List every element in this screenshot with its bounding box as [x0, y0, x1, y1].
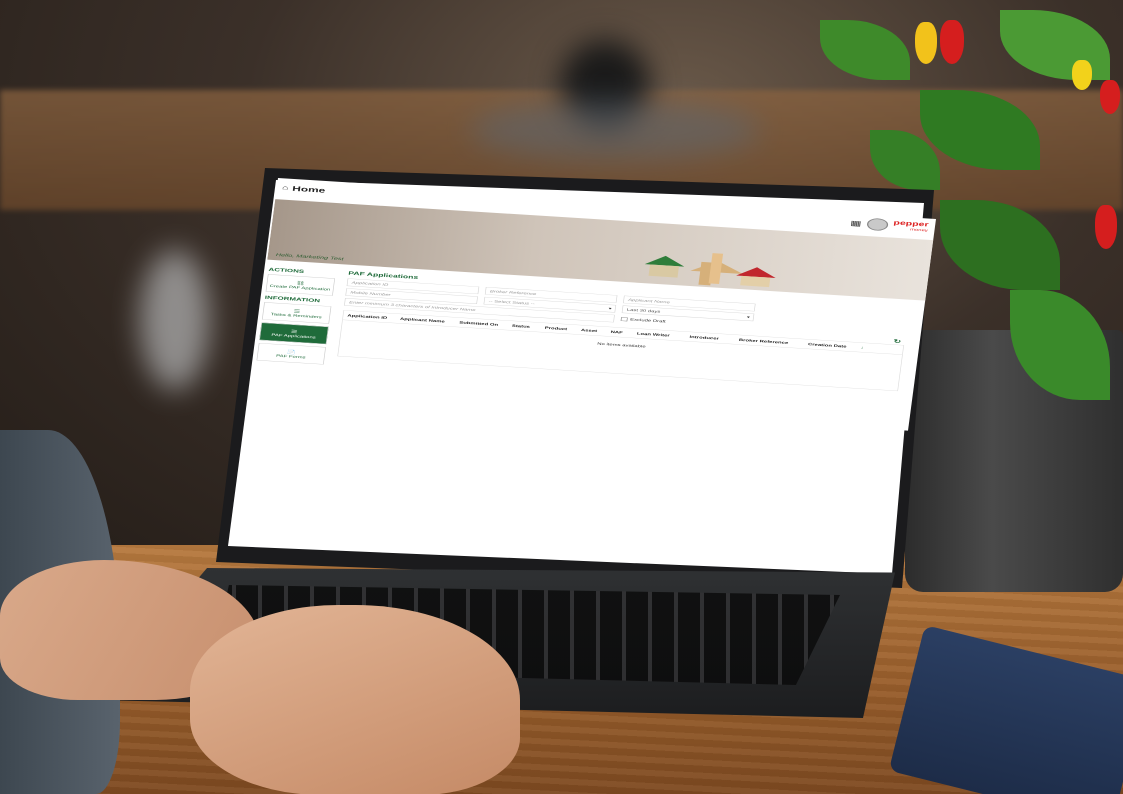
checkbox-label: Exclude Draft	[629, 317, 666, 324]
sidebar-item-create-paf[interactable]: ⛓ Create PAF Application	[265, 274, 336, 296]
sidebar-item-tasks[interactable]: ☰ Tasks & Reminders	[261, 302, 332, 324]
column-header[interactable]: Submitted On	[459, 320, 512, 327]
screen-content: ⌂ Home ▦ pepper money Hello, Marketing T…	[250, 178, 936, 431]
houses-illustration	[644, 253, 776, 288]
brand-sub: money	[909, 227, 929, 233]
right-hand	[190, 605, 520, 794]
column-header[interactable]: Broker Reference	[739, 338, 809, 346]
apps-grid-icon[interactable]: ▦	[850, 219, 862, 228]
brand-logo: pepper money	[892, 219, 929, 233]
column-header[interactable]: NAF	[610, 330, 637, 335]
column-header[interactable]: Application ID	[343, 313, 400, 320]
sidebar-item-label: PAF Forms	[275, 353, 306, 360]
column-header[interactable]: Introducer	[689, 335, 739, 342]
sidebar-item-label: Create PAF Application	[269, 283, 331, 292]
greeting-text: Hello, Marketing Test	[275, 252, 344, 262]
sidebar-item-paf-applications[interactable]: ☰ PAF Applications	[259, 322, 329, 345]
refresh-icon[interactable]: ↻	[893, 338, 902, 345]
column-header[interactable]: Applicant Name	[400, 317, 460, 324]
home-icon[interactable]: ⌂	[282, 184, 289, 191]
column-header[interactable]: Product	[545, 326, 582, 332]
exclude-draft-checkbox[interactable]: Exclude Draft	[620, 317, 666, 324]
photo-scene: ⌂ Home ▦ pepper money Hello, Marketing T…	[0, 0, 1123, 794]
sidebar: ACTIONS ⛓ Create PAF Application INFORMA…	[254, 265, 339, 368]
column-header[interactable]: Loan Writer	[637, 331, 690, 338]
column-header[interactable]: Status	[512, 324, 545, 330]
sidebar-item-label: PAF Applications	[271, 332, 317, 340]
avatar[interactable]	[865, 217, 889, 232]
applications-table: ↻ Application ID Applicant Name Submitte…	[337, 310, 905, 392]
sidebar-item-label: Tasks & Reminders	[270, 311, 323, 319]
column-header[interactable]: Creation Date	[808, 342, 861, 349]
top-right-controls: ▦ pepper money	[850, 217, 929, 234]
column-header[interactable]: Asset	[581, 328, 611, 334]
sidebar-item-paf-forms[interactable]: 📄 PAF Forms	[256, 342, 326, 365]
sort-icon[interactable]: ↓	[860, 345, 863, 349]
page-title: Home	[291, 184, 326, 195]
checkbox-box	[620, 317, 628, 322]
